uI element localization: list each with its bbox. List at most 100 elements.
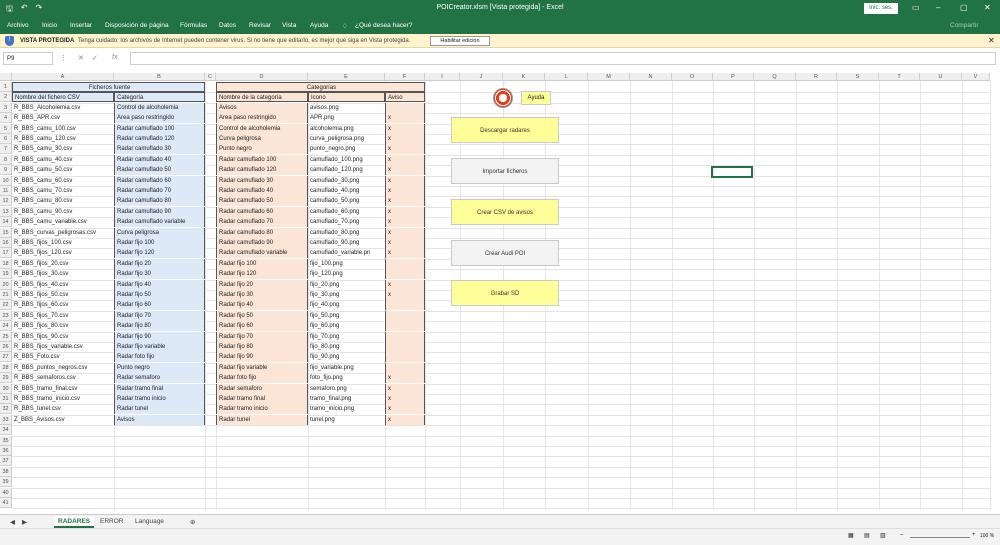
table2-name-cell[interactable]: Radar fijo 80 — [216, 342, 308, 352]
row-header[interactable]: 9 — [0, 165, 12, 176]
column-header[interactable]: C — [205, 73, 216, 81]
table1-category-cell[interactable]: Radar camuflado 60 — [114, 175, 205, 186]
row-header[interactable]: 10 — [0, 175, 12, 186]
table2-aviso-cell[interactable] — [385, 300, 425, 311]
table1-category-cell[interactable]: Area paso restringido — [114, 113, 205, 124]
table2-name-cell[interactable]: Avisos — [216, 102, 308, 113]
table2-icon-cell[interactable]: tramo_inicio.png — [308, 404, 385, 414]
column-header[interactable]: D — [216, 73, 308, 81]
maximize-icon[interactable]: ▢ — [960, 3, 968, 12]
write-sd-button[interactable]: Grabar SD — [451, 280, 559, 306]
table2-icon-cell[interactable]: camuflado_30.png — [308, 176, 385, 186]
table2-aviso-cell[interactable] — [385, 362, 425, 373]
table2-name-cell[interactable]: Area paso restringido — [216, 113, 308, 124]
formula-input[interactable] — [130, 52, 996, 65]
table1-title[interactable]: Ficheros fuente — [12, 82, 205, 92]
row-header[interactable]: 2 — [0, 92, 12, 103]
column-header[interactable]: O — [672, 73, 713, 81]
page-layout-icon[interactable]: ▤ — [864, 532, 870, 539]
column-header[interactable]: B — [114, 73, 205, 81]
table1-category-cell[interactable]: Radar fijo 60 — [114, 300, 205, 311]
table2-icon-cell[interactable]: fijo_20.png — [308, 280, 385, 290]
table2-aviso-cell[interactable] — [385, 102, 425, 113]
row-header[interactable]: 5 — [0, 123, 12, 134]
table1-file-cell[interactable]: R_BBS_fijos_variable.csv — [12, 342, 114, 352]
row-header[interactable]: 32 — [0, 404, 12, 415]
table1-category-cell[interactable]: Radar camuflado 70 — [114, 186, 205, 196]
table2-icon-cell[interactable]: curva_peligrosa.png — [308, 134, 385, 144]
row-header[interactable]: 28 — [0, 362, 12, 373]
row-header[interactable]: 1 — [0, 82, 12, 92]
table1-category-cell[interactable]: Radar tramo final — [114, 383, 205, 394]
table2-name-cell[interactable]: Radar fijo 50 — [216, 310, 308, 321]
table2-name-cell[interactable]: Radar fijo variable — [216, 362, 308, 373]
table2-aviso-cell[interactable]: x — [385, 134, 425, 144]
table1-file-cell[interactable]: R_BBS_camu_40.csv — [12, 155, 114, 165]
download-radars-button[interactable]: Descargar radares — [451, 117, 559, 143]
table2-name-cell[interactable]: Radar fijo 100 — [216, 258, 308, 269]
table1-category-cell[interactable]: Radar camuflado variable — [114, 217, 205, 228]
row-header[interactable]: 15 — [0, 227, 12, 238]
table2-icon-cell[interactable]: camuflado_120.png — [308, 165, 385, 175]
zoom-slider[interactable] — [910, 537, 970, 538]
table2-icon-cell[interactable]: fijo_40.png — [308, 300, 385, 310]
row-header[interactable]: 31 — [0, 394, 12, 404]
help-button[interactable]: Ayuda — [521, 91, 551, 105]
row-header[interactable]: 3 — [0, 102, 12, 113]
table2-name-cell[interactable]: Radar camuflado 100 — [216, 154, 308, 165]
table2-icon-cell[interactable]: camuflado_80.png — [308, 228, 385, 238]
table2-aviso-cell[interactable]: x — [385, 373, 425, 384]
row-header[interactable]: 23 — [0, 310, 12, 321]
table1-category-cell[interactable]: Radar foto fijo — [114, 352, 205, 363]
row-header[interactable]: 41 — [0, 498, 12, 508]
column-header[interactable]: I — [425, 73, 460, 81]
table2-aviso-cell[interactable] — [385, 342, 425, 352]
table1-category-cell[interactable]: Radar fijo 70 — [114, 310, 205, 321]
table2-icon-cell[interactable]: fijo_120.png — [308, 269, 385, 279]
table2-name-cell[interactable]: Radar fijo 60 — [216, 321, 308, 332]
table2-aviso-cell[interactable]: x — [385, 186, 425, 196]
table2-name-cell[interactable]: Radar camuflado 70 — [216, 217, 308, 228]
table2-icon-cell[interactable]: fijo_100.png — [308, 259, 385, 269]
table1-file-cell[interactable]: R_BBS_camu_100.csv — [12, 124, 114, 134]
table2-icon-cell[interactable]: tunel.png — [308, 415, 385, 425]
table1-file-cell[interactable]: R_BBS_fijos_40.csv — [12, 280, 114, 290]
table2-name-cell[interactable]: Radar fijo 120 — [216, 269, 308, 280]
table1-file-cell[interactable]: Z_BBS_Avisos.csv — [12, 415, 114, 425]
column-header[interactable]: Q — [754, 73, 796, 81]
table1-category-cell[interactable]: Control de alcoholemia — [114, 102, 205, 113]
column-header[interactable]: S — [837, 73, 879, 81]
row-header[interactable]: 35 — [0, 435, 12, 446]
table1-category-cell[interactable]: Radar camuflado 100 — [114, 123, 205, 134]
table1-category-cell[interactable]: Radar tunel — [114, 404, 205, 415]
table1-category-cell[interactable]: Radar tramo inicio — [114, 394, 205, 404]
table2-name-cell[interactable]: Radar camuflado 120 — [216, 165, 308, 176]
table2-aviso-cell[interactable] — [385, 258, 425, 269]
tab-inicio[interactable]: Inicio — [42, 22, 57, 29]
tab-vista[interactable]: Vista — [282, 22, 296, 29]
table1-file-cell[interactable]: R_BBS_Alcoholemia.csv — [12, 103, 114, 113]
table1-category-cell[interactable]: Radar camuflado 50 — [114, 165, 205, 176]
row-header[interactable]: 30 — [0, 383, 12, 394]
tab-error[interactable]: ERROR — [100, 518, 123, 525]
table2-header-name[interactable]: Nombre de la categoría — [216, 92, 308, 103]
row-header[interactable]: 38 — [0, 466, 12, 477]
cancel-icon[interactable]: ✕ — [78, 54, 84, 62]
row-header[interactable]: 20 — [0, 279, 12, 290]
tab-insertar[interactable]: Insertar — [70, 22, 92, 29]
table2-name-cell[interactable]: Radar tunel — [216, 414, 308, 425]
row-header[interactable]: 36 — [0, 446, 12, 456]
table1-file-cell[interactable]: R_BBS_camu_60.csv — [12, 176, 114, 186]
table2-aviso-cell[interactable]: x — [385, 383, 425, 394]
column-header[interactable]: R — [796, 73, 837, 81]
table1-file-cell[interactable]: R_BBS_camu_90.csv — [12, 207, 114, 217]
table2-icon-cell[interactable]: camuflado_40.png — [308, 186, 385, 196]
tab-datos[interactable]: Datos — [219, 22, 236, 29]
table2-aviso-cell[interactable]: x — [385, 404, 425, 415]
table1-file-cell[interactable]: R_BBS_fijos_50.csv — [12, 290, 114, 300]
row-header[interactable]: 19 — [0, 269, 12, 280]
next-sheet-icon[interactable]: ▶ — [22, 518, 27, 526]
prev-sheet-icon[interactable]: ◀ — [10, 518, 15, 526]
table1-header-category[interactable]: Categoría — [114, 92, 205, 103]
table2-icon-cell[interactable]: camuflado_100.png — [308, 155, 385, 165]
